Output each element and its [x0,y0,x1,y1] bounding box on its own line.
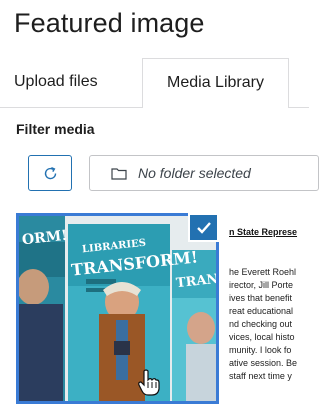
folder-selector[interactable]: No folder selected [89,155,319,191]
hand-cursor-icon [138,369,160,396]
refresh-button[interactable] [28,155,72,191]
selected-checkmark[interactable] [188,213,219,242]
media-tabs: Upload files Media Library [0,58,309,108]
document-line: he Everett Roehl [229,267,297,277]
document-line: staff next time y [229,371,292,381]
document-line: irector, Jill Porte [229,280,294,290]
document-heading: n State Represe [229,227,298,237]
document-line: reat educational [229,306,294,316]
filter-media-label: Filter media [16,121,95,137]
document-line: nd checking out [229,319,293,329]
check-icon [197,222,211,234]
document-line: ives that benefit [229,293,293,303]
refresh-icon [44,166,57,180]
media-item-document[interactable]: n State Represe he Everett Roehl irector… [229,213,309,404]
panel-title: Featured image [14,8,205,38]
document-line: munity. I look fo [229,345,292,355]
tab-divider [289,107,309,108]
folder-selector-value: No folder selected [138,165,251,181]
document-line: ative session. Be [229,358,298,368]
tab-upload-files[interactable]: Upload files [0,58,142,108]
folder-icon [111,168,127,180]
tab-media-library[interactable]: Media Library [142,58,289,108]
document-line: vices, local histo [229,332,295,342]
